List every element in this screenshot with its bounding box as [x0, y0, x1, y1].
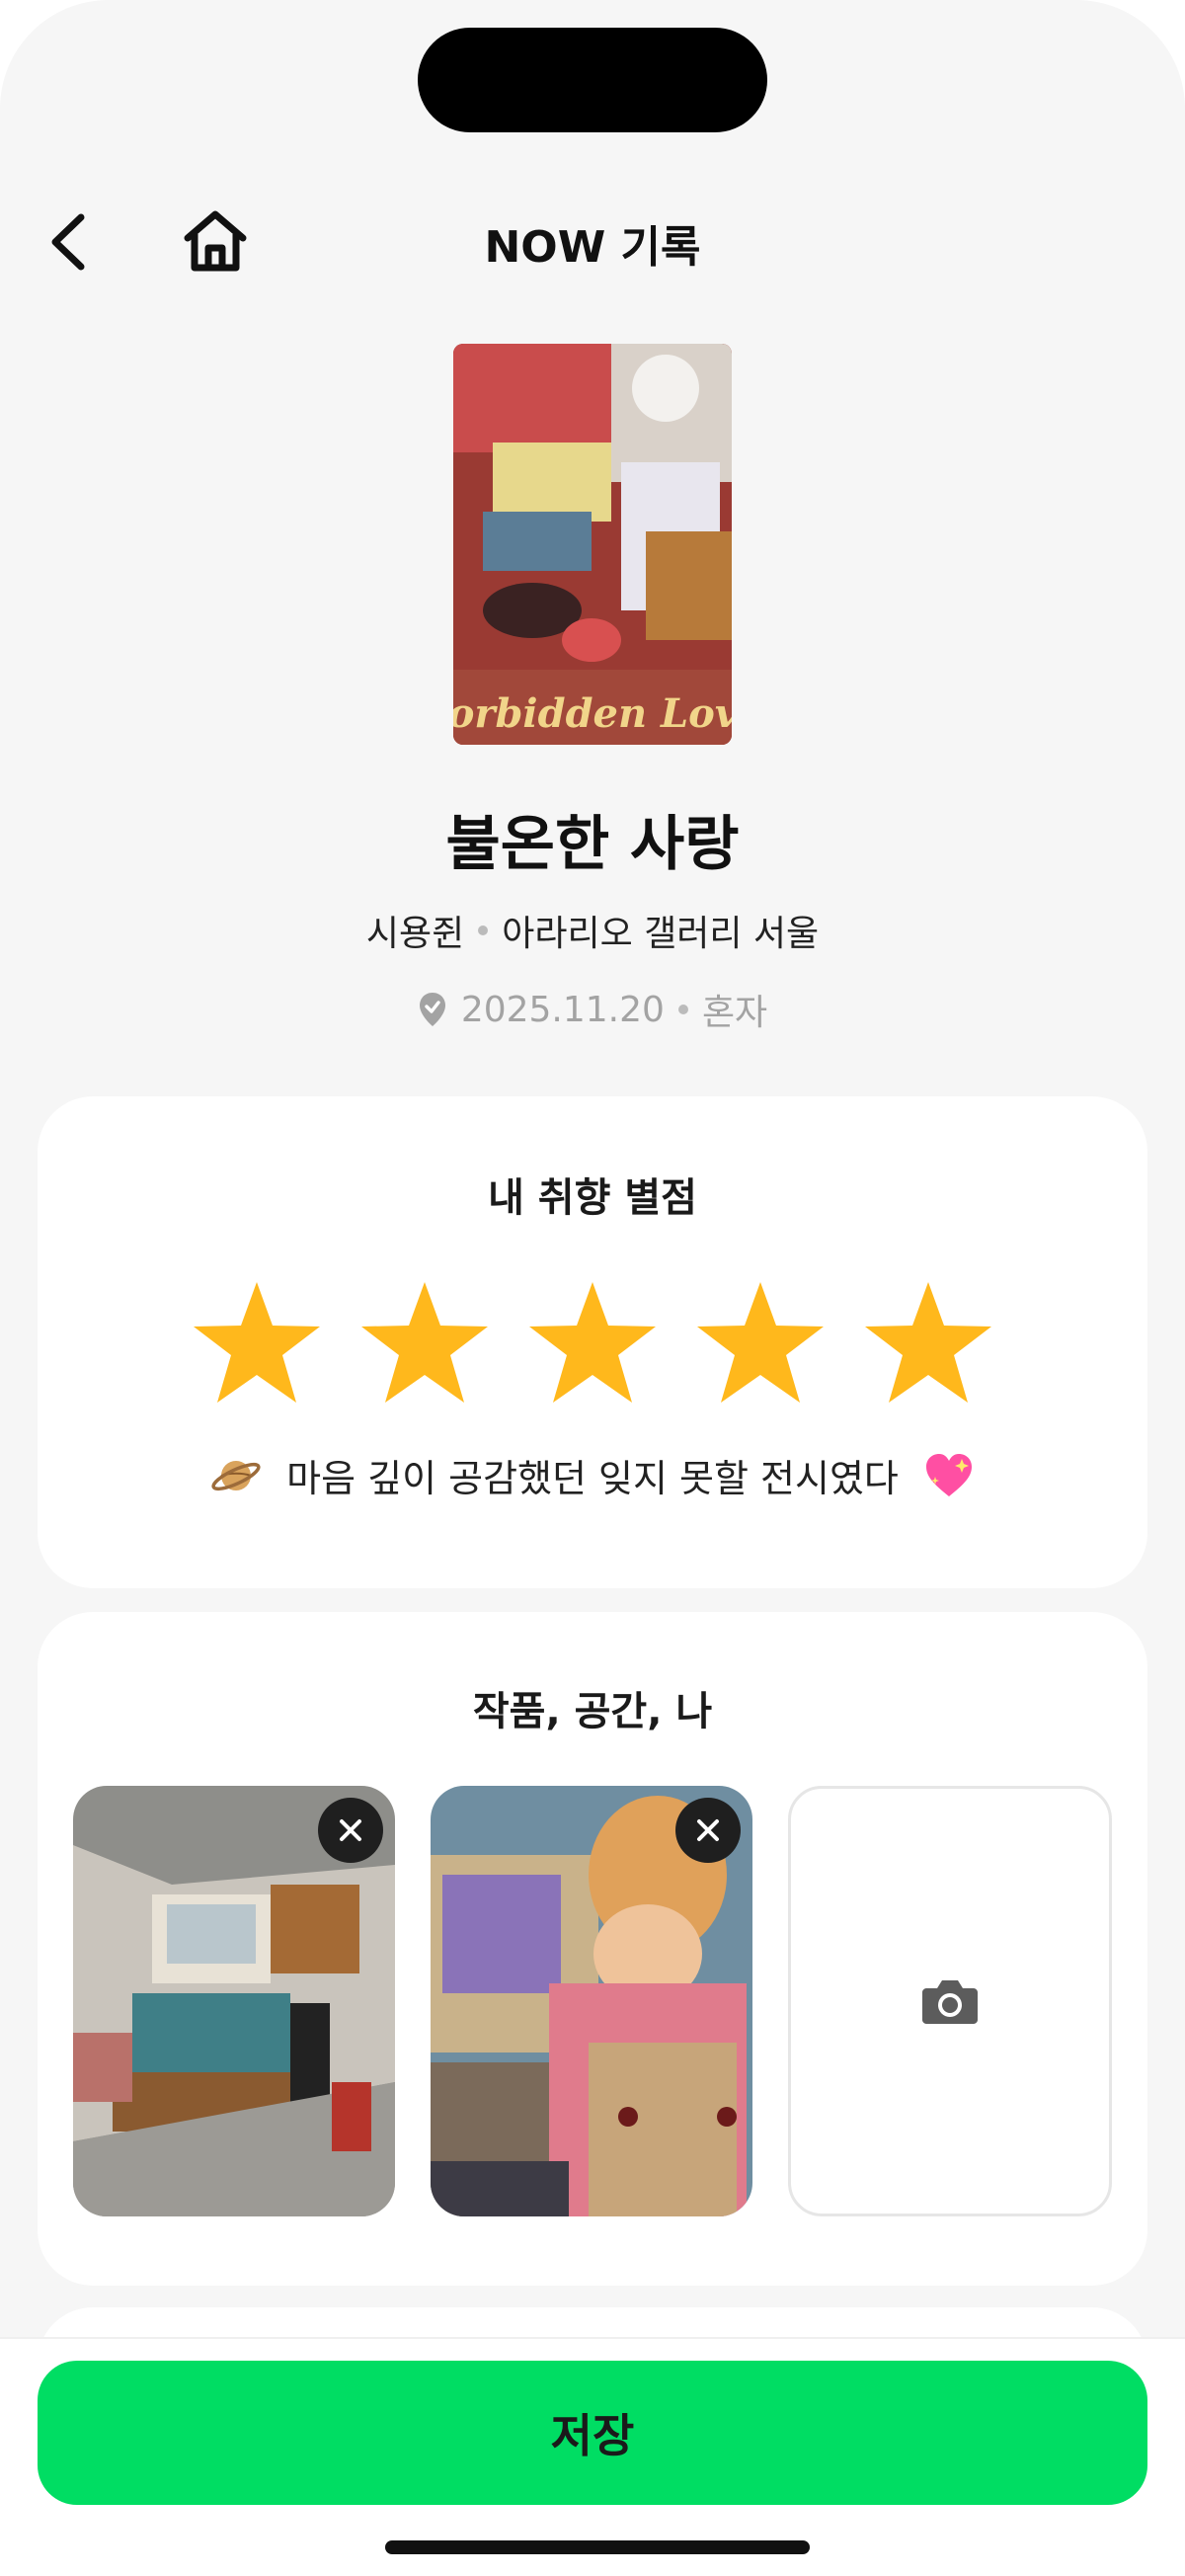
remove-photo-button[interactable]: [675, 1798, 741, 1863]
photo-kitchen-diorama[interactable]: [73, 1786, 395, 2216]
photo-list: [73, 1786, 1112, 2216]
save-button[interactable]: 저장: [38, 2361, 1147, 2505]
home-indicator: [385, 2540, 810, 2554]
back-button[interactable]: [40, 207, 95, 277]
location-pin-icon: [419, 993, 445, 1026]
home-icon: [184, 210, 247, 272]
saturn-emoji: [211, 1460, 261, 1490]
chevron-left-icon: [51, 213, 85, 271]
page-title: NOW 기록: [484, 222, 701, 273]
sparkling-heart-emoji: [925, 1453, 972, 1496]
star-icon[interactable]: [527, 1280, 658, 1405]
visit-date: 2025.11.20: [460, 989, 665, 1030]
artist-name: 시용쥔: [365, 914, 465, 954]
exhibition-meta: 시용쥔 아라리오 갤러리 서울: [0, 905, 1185, 956]
star-icon[interactable]: [192, 1280, 322, 1405]
photos-card-title: 작품, 공간, 나: [472, 1689, 713, 1734]
rating-card: 내 취향 별점 마음 깊이 공감했던 잊지 못할 전시였다: [38, 1096, 1147, 1588]
exhibition-title: 불온한 사랑: [445, 810, 740, 879]
exhibition-poster[interactable]: Forbidden Love: [453, 344, 732, 745]
camera-icon: [922, 1980, 978, 2024]
add-photo-button[interactable]: [788, 1786, 1112, 2216]
star-icon[interactable]: [359, 1280, 490, 1405]
photos-card: 작품, 공간, 나: [38, 1612, 1147, 2286]
star-icon[interactable]: [863, 1280, 993, 1405]
rating-comment-text: 마음 깊이 공감했던 잊지 못할 전시였다: [286, 1457, 899, 1500]
close-icon: [697, 1819, 719, 1841]
remove-photo-button[interactable]: [318, 1798, 383, 1863]
poster-artwork: Forbidden Love: [453, 344, 732, 745]
dynamic-island: [418, 28, 767, 132]
home-button[interactable]: [176, 203, 255, 279]
visit-companion: 혼자: [701, 993, 768, 1033]
phone-screen: NOW 기록 Forbidden Love 불온한 사랑 시용쥔 아라리오 갤러…: [0, 0, 1185, 2576]
close-icon: [340, 1819, 361, 1841]
rating-comment: 마음 깊이 공감했던 잊지 못할 전시였다: [38, 1448, 1147, 1502]
photo-figure-with-tv[interactable]: [431, 1786, 752, 2216]
star-icon[interactable]: [695, 1280, 826, 1405]
separator-dot: [478, 926, 489, 935]
venue-name: 아라리오 갤러리 서울: [502, 914, 820, 954]
star-rating[interactable]: [38, 1280, 1147, 1405]
poster-title-text: Forbidden Love: [453, 690, 732, 737]
rating-card-title: 내 취향 별점: [488, 1175, 697, 1221]
separator-dot: [677, 1005, 688, 1014]
visit-info: 2025.11.20 혼자: [0, 984, 1185, 1035]
